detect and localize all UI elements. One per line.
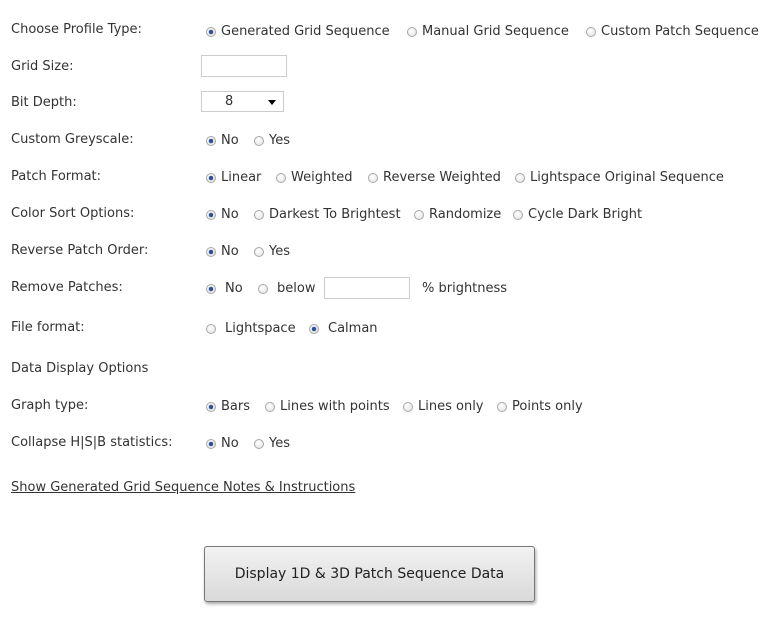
grid-size-input[interactable] [201,55,287,77]
reverse-order-option-no[interactable]: No [206,244,239,259]
option-label: No [221,207,239,222]
color-sort-option-cycle-dark-bright[interactable]: Cycle Dark Bright [513,207,642,222]
option-label: Lines with points [280,399,390,414]
color-sort-option-darkest-to-brightest[interactable]: Darkest To Brightest [254,207,401,222]
radio-button[interactable] [206,26,216,37]
file-format-option-lightspace[interactable]: Lightspace [206,321,296,336]
remove-patches-label: Remove Patches: [11,280,123,295]
radio-button[interactable] [206,283,216,294]
option-label: No [221,244,239,259]
option-label: Weighted [291,170,353,185]
profile-type-option-custom-patch-sequence[interactable]: Custom Patch Sequence [586,24,759,39]
option-label: Bars [221,399,251,414]
profile-type-option-generated-grid-sequence[interactable]: Generated Grid Sequence [206,24,390,39]
radio-button[interactable] [254,438,264,449]
radio-button[interactable] [515,172,525,183]
radio-button[interactable] [513,209,523,220]
graph-type-option-lines-only[interactable]: Lines only [403,399,484,414]
file-format-label: File format: [11,320,85,335]
file-format-option-calman[interactable]: Calman [309,321,378,336]
bit-depth-value: 8 [225,94,234,109]
radio-button[interactable] [265,401,275,412]
radio-button[interactable] [309,323,319,334]
brightness-suffix: % brightness [422,281,508,296]
option-label: Points only [512,399,583,414]
color-sort-option-no[interactable]: No [206,207,239,222]
radio-button[interactable] [258,283,268,294]
patch-format-option-reverse-weighted[interactable]: Reverse Weighted [368,170,501,185]
radio-button[interactable] [276,172,286,183]
graph-type-option-bars[interactable]: Bars [206,399,250,414]
collapse-hsb-label: Collapse H|S|B statistics: [11,435,173,450]
radio-button[interactable] [206,438,216,449]
option-label: Cycle Dark Bright [528,207,643,222]
option-label: Darkest To Brightest [269,207,401,222]
profile-type-option-manual-grid-sequence[interactable]: Manual Grid Sequence [407,24,569,39]
option-label: Lines only [418,399,484,414]
radio-button[interactable] [586,26,596,37]
chevron-down-icon [268,100,276,105]
radio-button[interactable] [497,401,507,412]
option-label: Lightspace Original Sequence [530,170,724,185]
radio-button[interactable] [206,209,216,220]
option-label: No [221,133,239,148]
radio-button[interactable] [414,209,424,220]
bit-depth-select[interactable]: 8 [201,91,284,112]
option-label: Custom Patch Sequence [601,24,759,39]
option-label: below [277,281,316,296]
display-data-button[interactable]: Display 1D & 3D Patch Sequence Data [204,546,535,602]
patch-format-option-linear[interactable]: Linear [206,170,261,185]
notes-link[interactable]: Show Generated Grid Sequence Notes & Ins… [11,480,355,495]
collapse-hsb-option-yes[interactable]: Yes [254,436,290,451]
patch-format-option-weighted[interactable]: Weighted [276,170,353,185]
radio-button[interactable] [407,26,417,37]
bit-depth-label: Bit Depth: [11,95,77,110]
graph-type-option-lines-with-points[interactable]: Lines with points [265,399,390,414]
reverse-order-option-yes[interactable]: Yes [254,244,290,259]
option-label: Calman [328,321,378,336]
option-label: Reverse Weighted [383,170,501,185]
radio-button[interactable] [254,135,264,146]
custom-greyscale-option-no[interactable]: No [206,133,239,148]
option-label: Lightspace [225,321,296,336]
radio-button[interactable] [368,172,378,183]
option-label: Linear [221,170,262,185]
option-label: No [221,436,239,451]
profile-type-label: Choose Profile Type: [11,22,142,37]
option-label: No [225,281,243,296]
patch-format-label: Patch Format: [11,169,102,184]
radio-button[interactable] [206,172,216,183]
option-label: Yes [269,244,290,259]
custom-greyscale-option-yes[interactable]: Yes [254,133,290,148]
radio-button[interactable] [403,401,413,412]
option-label: Yes [269,436,290,451]
grid-size-label: Grid Size: [11,59,74,74]
radio-button[interactable] [206,323,216,334]
option-label: Manual Grid Sequence [422,24,569,39]
profile-form: Choose Profile Type: Grid Size: Bit Dept… [0,0,767,627]
color-sort-label: Color Sort Options: [11,206,135,221]
radio-button[interactable] [254,209,264,220]
option-label: Yes [269,133,290,148]
remove-patches-option-below[interactable]: below [258,281,315,296]
custom-greyscale-label: Custom Greyscale: [11,132,134,147]
remove-patches-option-no[interactable]: No [206,281,243,296]
radio-button[interactable] [254,246,264,257]
patch-format-option-lightspace-original-sequence[interactable]: Lightspace Original Sequence [515,170,724,185]
graph-type-option-points-only[interactable]: Points only [497,399,583,414]
brightness-threshold-input[interactable] [324,277,410,299]
option-label: Randomize [429,207,502,222]
radio-button[interactable] [206,401,216,412]
data-display-heading: Data Display Options [11,361,149,376]
collapse-hsb-option-no[interactable]: No [206,436,239,451]
radio-button[interactable] [206,135,216,146]
option-label: Generated Grid Sequence [221,24,390,39]
radio-button[interactable] [206,246,216,257]
reverse-order-label: Reverse Patch Order: [11,243,149,258]
graph-type-label: Graph type: [11,398,89,413]
color-sort-option-randomize[interactable]: Randomize [414,207,501,222]
